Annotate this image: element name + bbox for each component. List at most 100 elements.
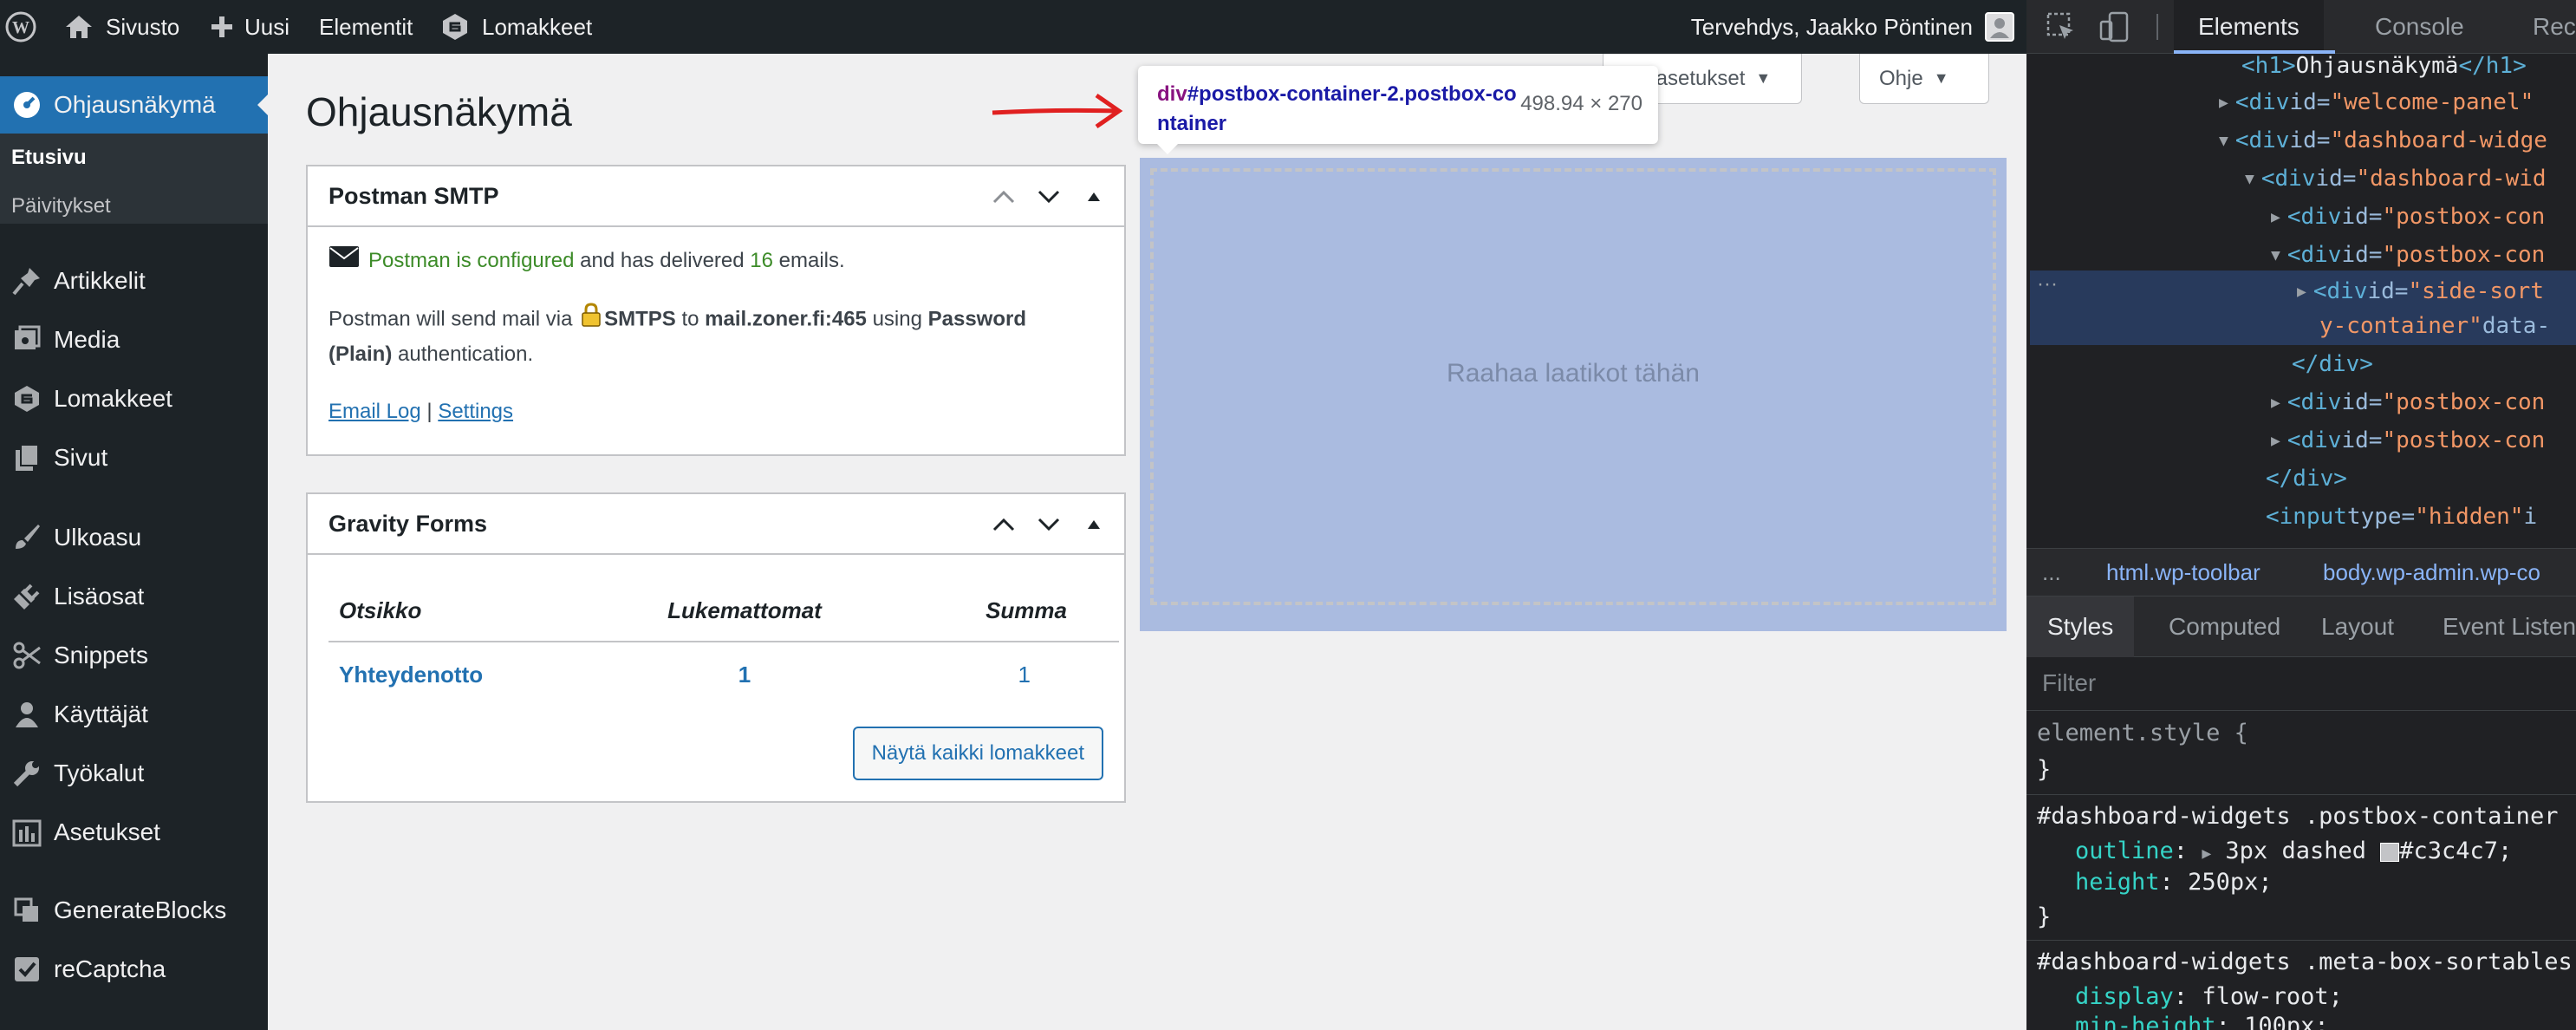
css-declaration[interactable]: display: flow-root;: [2075, 983, 2343, 1010]
dom-node[interactable]: ▶ <div id= "postbox-con: [2271, 383, 2545, 421]
move-down-icon[interactable]: [1034, 182, 1064, 212]
sidebar-item-snippets[interactable]: Snippets: [0, 629, 268, 681]
expand-triangle-icon[interactable]: ▶: [2297, 283, 2306, 301]
dom-node[interactable]: ▼ <div id= "dashboard-widge: [2219, 121, 2547, 160]
breadcrumb-item[interactable]: html.wp-toolbar: [2106, 559, 2261, 586]
widget-header: Gravity Forms: [308, 494, 1124, 555]
dom-node[interactable]: ▼ <div id= "postbox-con: [2271, 236, 2545, 274]
more-options-icon[interactable]: ···: [2037, 272, 2058, 297]
dom-node[interactable]: ▶ <div id= "postbox-con: [2271, 421, 2545, 460]
css-declaration[interactable]: height: 250px;: [2075, 869, 2273, 896]
column-header: Summa: [875, 581, 1119, 642]
expand-triangle-icon[interactable]: ▶: [2271, 432, 2280, 450]
collapse-toggle-icon[interactable]: [1079, 510, 1109, 539]
tab-console[interactable]: Console: [2356, 0, 2483, 54]
collapse-toggle-icon[interactable]: [1079, 182, 1109, 212]
rule-close-brace: }: [2037, 903, 2052, 930]
sidebar-item-label: Snippets: [54, 642, 148, 668]
email-log-link[interactable]: Email Log: [329, 400, 421, 423]
dom-node[interactable]: ▼ <div id= "dashboard-wid: [2245, 160, 2547, 198]
dom-attr: id=: [2341, 389, 2383, 415]
collapse-triangle-icon[interactable]: ▼: [2219, 132, 2228, 150]
submenu-item-home[interactable]: Etusivu: [11, 146, 87, 170]
sidebar-item-dashboard[interactable]: Ohjausnäkymä: [0, 76, 268, 134]
rule-selector[interactable]: #dashboard-widgets .postbox-container: [2037, 803, 2558, 830]
css-value: 3px dashed: [2225, 838, 2366, 864]
css-declaration[interactable]: outline: ▶ 3px dashed #c3c4c7;: [2075, 838, 2512, 864]
tab-event-listeners[interactable]: Event Listen: [2430, 596, 2576, 657]
dom-node[interactable]: </div>: [2292, 345, 2373, 383]
expand-triangle-icon[interactable]: ▶: [2202, 844, 2211, 863]
dom-node: ▶ <div id= "side-sort: [2297, 272, 2544, 310]
collapse-triangle-icon[interactable]: ▼: [2271, 246, 2280, 264]
plus-icon: [210, 15, 234, 39]
tab-elements[interactable]: Elements: [2174, 0, 2324, 54]
unread-count-link[interactable]: 1: [615, 642, 875, 707]
inspect-element-icon[interactable]: [2046, 0, 2084, 54]
dom-tag: <div: [2234, 127, 2290, 153]
element-style-rule[interactable]: element.style {: [2037, 720, 2248, 746]
sidebar-item-settings[interactable]: Asetukset: [0, 806, 268, 858]
rule-selector[interactable]: #dashboard-widgets .meta-box-sortables: [2037, 949, 2573, 975]
sidebar-item-users[interactable]: Käyttäjät: [0, 688, 268, 740]
dom-tag: <div: [2287, 389, 2342, 415]
color-swatch[interactable]: [2380, 842, 2400, 862]
sidebar-item-recaptcha[interactable]: reCaptcha: [0, 943, 268, 995]
move-up-icon[interactable]: [989, 510, 1018, 539]
css-declaration[interactable]: min-height: 100px;: [2075, 1013, 2329, 1030]
device-toolbar-icon[interactable]: [2099, 0, 2137, 54]
move-down-icon[interactable]: [1034, 510, 1064, 539]
total-count-link[interactable]: 1: [875, 642, 1119, 707]
page-title: Ohjausnäkymä: [306, 89, 572, 134]
sidebar-item-media[interactable]: Media: [0, 314, 268, 366]
settings-link[interactable]: Settings: [438, 400, 513, 423]
dom-node[interactable]: <h1> Ohjausnäkymä </h1>: [2241, 47, 2527, 85]
sidebar-item-forms[interactable]: Lomakkeet: [0, 373, 268, 425]
gravity-forms-icon: [0, 384, 54, 414]
postbox-container-2-highlight[interactable]: Raahaa laatikot tähän: [1140, 158, 2007, 631]
tab-styles[interactable]: Styles: [2026, 596, 2135, 657]
site-label: Sivusto: [106, 13, 180, 40]
breadcrumb-overflow[interactable]: ...: [2042, 559, 2061, 586]
help-button[interactable]: Ohje ▼: [1859, 54, 1989, 104]
tab-computed[interactable]: Computed: [2156, 596, 2293, 657]
submenu-item-updates[interactable]: Päivitykset: [11, 194, 111, 218]
site-menu[interactable]: Sivusto: [64, 0, 179, 54]
styles-filter-input[interactable]: Filter: [2026, 657, 2576, 711]
dom-attr-value: "side-sort: [2408, 278, 2544, 304]
table-header-row: Otsikko Lukemattomat Summa: [329, 581, 1119, 642]
sidebar-item-generateblocks[interactable]: GenerateBlocks: [0, 884, 268, 936]
sidebar-item-posts[interactable]: Artikkelit: [0, 255, 268, 307]
wordpress-logo-icon[interactable]: W: [5, 0, 38, 54]
styles-tabbar: Styles Computed Layout Event Listen: [2026, 596, 2576, 657]
view-all-forms-button[interactable]: Näytä kaikki lomakkeet: [852, 727, 1103, 780]
dom-node[interactable]: <input type= "hidden" i: [2266, 498, 2537, 536]
elements-menu[interactable]: Elementit: [319, 0, 413, 54]
dom-attr-value: "dashboard-wid: [2356, 166, 2547, 192]
expand-triangle-icon[interactable]: ▶: [2271, 394, 2280, 412]
collapse-triangle-icon[interactable]: ▼: [2245, 170, 2254, 188]
delivered-pre: and has delivered: [580, 249, 745, 272]
sidebar-item-plugins[interactable]: Lisäosat: [0, 570, 268, 623]
expand-triangle-icon[interactable]: ▶: [2219, 94, 2228, 112]
tab-recorder[interactable]: Record: [2514, 0, 2576, 54]
new-menu[interactable]: Uusi: [210, 0, 289, 54]
dom-node[interactable]: ▶ <div id= "postbox-con: [2271, 198, 2545, 236]
form-title-link[interactable]: Yhteydenotto: [329, 642, 615, 707]
dom-tag: <div: [2261, 166, 2316, 192]
tooltip-dimensions: 498.94 × 270: [1520, 92, 1643, 115]
dom-node[interactable]: ▶ <div id= "welcome-panel": [2219, 83, 2534, 121]
dom-attr-value: "postbox-con: [2382, 242, 2546, 268]
breadcrumb-item[interactable]: body.wp-admin.wp-co: [2323, 559, 2540, 586]
sidebar-item-tools[interactable]: Työkalut: [0, 747, 268, 799]
user-menu[interactable]: Tervehdys, Jaakko Pöntinen: [1691, 0, 2014, 54]
sidebar-item-label: Työkalut: [54, 759, 145, 786]
sidebar-item-pages[interactable]: Sivut: [0, 432, 268, 484]
sidebar-item-appearance[interactable]: Ulkoasu: [0, 512, 268, 564]
expand-triangle-icon[interactable]: ▶: [2271, 208, 2280, 226]
tab-layout[interactable]: Layout: [2309, 596, 2406, 657]
forms-menu[interactable]: Lomakkeet: [440, 0, 592, 54]
dom-text: Ohjausnäkymä: [2295, 53, 2459, 79]
dom-node[interactable]: </div>: [2266, 460, 2347, 498]
move-up-icon[interactable]: [989, 182, 1018, 212]
